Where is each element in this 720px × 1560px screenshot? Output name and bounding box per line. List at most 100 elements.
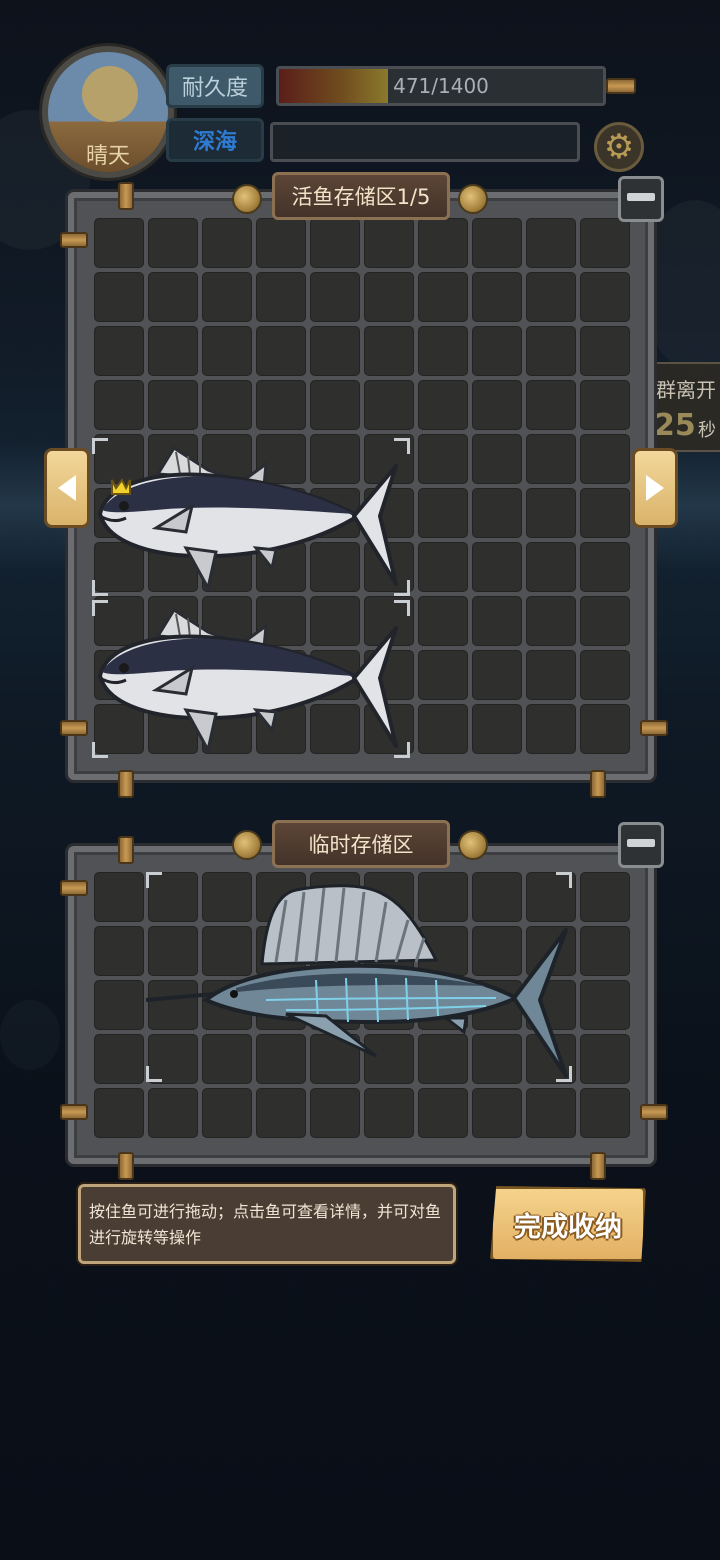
- storage-cell[interactable]: [472, 272, 522, 322]
- storage-cell[interactable]: [418, 434, 468, 484]
- storage-cell[interactable]: [526, 434, 576, 484]
- storage-cell[interactable]: [580, 1088, 630, 1138]
- storage-cell[interactable]: [202, 326, 252, 376]
- temp-storage-title: 临时存储区: [272, 820, 450, 868]
- storage-cell[interactable]: [526, 542, 576, 592]
- storage-cell[interactable]: [418, 326, 468, 376]
- storage-cell[interactable]: [472, 326, 522, 376]
- storage-cell[interactable]: [256, 272, 306, 322]
- storage-cell[interactable]: [364, 326, 414, 376]
- storage-cell[interactable]: [580, 872, 630, 922]
- storage-cell[interactable]: [472, 380, 522, 430]
- storage-cell[interactable]: [472, 434, 522, 484]
- storage-cell[interactable]: [580, 926, 630, 976]
- storage-cell[interactable]: [580, 272, 630, 322]
- storage-cell[interactable]: [580, 542, 630, 592]
- storage-cell[interactable]: [526, 488, 576, 538]
- storage-cell[interactable]: [580, 434, 630, 484]
- depth-bar: [270, 122, 580, 162]
- storage-cell[interactable]: [364, 1088, 414, 1138]
- storage-cell[interactable]: [418, 650, 468, 700]
- storage-cell[interactable]: [418, 542, 468, 592]
- durability-label: 耐久度: [166, 64, 264, 108]
- storage-cell[interactable]: [526, 326, 576, 376]
- storage-cell[interactable]: [418, 488, 468, 538]
- storage-cell[interactable]: [526, 218, 576, 268]
- gear-icon[interactable]: ⚙: [594, 122, 644, 172]
- storage-toggle-icon[interactable]: [618, 822, 664, 868]
- storage-cell[interactable]: [364, 218, 414, 268]
- pipe-decor: [60, 1104, 88, 1120]
- storage-cell[interactable]: [580, 650, 630, 700]
- storage-cell[interactable]: [418, 272, 468, 322]
- weather-label: 晴天: [85, 144, 130, 169]
- tuna-fish-crowned[interactable]: [96, 444, 408, 593]
- finish-storage-button[interactable]: 完成收纳: [490, 1186, 646, 1262]
- storage-cell[interactable]: [526, 272, 576, 322]
- storage-cell[interactable]: [580, 596, 630, 646]
- left-arrow-icon[interactable]: [44, 448, 90, 528]
- storage-cell[interactable]: [94, 1034, 144, 1084]
- storage-cell[interactable]: [580, 980, 630, 1030]
- storage-cell[interactable]: [148, 272, 198, 322]
- storage-cell[interactable]: [94, 380, 144, 430]
- storage-cell[interactable]: [256, 380, 306, 430]
- storage-cell[interactable]: [94, 980, 144, 1030]
- storage-cell[interactable]: [580, 1034, 630, 1084]
- storage-cell[interactable]: [526, 596, 576, 646]
- storage-cell[interactable]: [94, 872, 144, 922]
- storage-cell[interactable]: [580, 326, 630, 376]
- storage-cell[interactable]: [94, 272, 144, 322]
- storage-cell[interactable]: [148, 326, 198, 376]
- storage-cell[interactable]: [526, 1088, 576, 1138]
- storage-cell[interactable]: [526, 650, 576, 700]
- bolt-decor: [232, 830, 262, 860]
- storage-cell[interactable]: [580, 704, 630, 754]
- storage-cell[interactable]: [580, 488, 630, 538]
- sailfish[interactable]: [145, 880, 570, 1080]
- storage-cell[interactable]: [310, 1088, 360, 1138]
- storage-cell[interactable]: [310, 326, 360, 376]
- storage-cell[interactable]: [310, 272, 360, 322]
- storage-cell[interactable]: [148, 1088, 198, 1138]
- storage-cell[interactable]: [418, 218, 468, 268]
- storage-cell[interactable]: [256, 326, 306, 376]
- storage-cell[interactable]: [364, 272, 414, 322]
- storage-cell[interactable]: [580, 218, 630, 268]
- tuna-fish[interactable]: [96, 606, 408, 755]
- storage-toggle-icon[interactable]: [618, 176, 664, 222]
- pipe-decor: [118, 836, 134, 864]
- storage-cell[interactable]: [310, 218, 360, 268]
- storage-cell[interactable]: [310, 380, 360, 430]
- storage-cell[interactable]: [472, 488, 522, 538]
- storage-cell[interactable]: [472, 596, 522, 646]
- storage-cell[interactable]: [148, 218, 198, 268]
- storage-cell[interactable]: [526, 380, 576, 430]
- right-arrow-icon[interactable]: [632, 448, 678, 528]
- storage-cell[interactable]: [94, 926, 144, 976]
- storage-cell[interactable]: [364, 380, 414, 430]
- storage-cell[interactable]: [202, 1088, 252, 1138]
- storage-cell[interactable]: [418, 1088, 468, 1138]
- storage-cell[interactable]: [418, 596, 468, 646]
- storage-cell[interactable]: [472, 704, 522, 754]
- storage-cell[interactable]: [418, 380, 468, 430]
- storage-cell[interactable]: [526, 704, 576, 754]
- storage-cell[interactable]: [472, 218, 522, 268]
- storage-cell[interactable]: [256, 218, 306, 268]
- storage-cell[interactable]: [202, 380, 252, 430]
- storage-cell[interactable]: [202, 218, 252, 268]
- storage-cell[interactable]: [94, 218, 144, 268]
- storage-cell[interactable]: [418, 704, 468, 754]
- storage-cell[interactable]: [148, 380, 198, 430]
- storage-cell[interactable]: [472, 650, 522, 700]
- pipe-decor: [118, 770, 134, 798]
- storage-cell[interactable]: [202, 272, 252, 322]
- storage-cell[interactable]: [580, 380, 630, 430]
- storage-cell[interactable]: [472, 1088, 522, 1138]
- storage-cell[interactable]: [94, 326, 144, 376]
- storage-cell[interactable]: [472, 542, 522, 592]
- live-storage-title: 活鱼存储区1/5: [272, 172, 450, 220]
- storage-cell[interactable]: [256, 1088, 306, 1138]
- storage-cell[interactable]: [94, 1088, 144, 1138]
